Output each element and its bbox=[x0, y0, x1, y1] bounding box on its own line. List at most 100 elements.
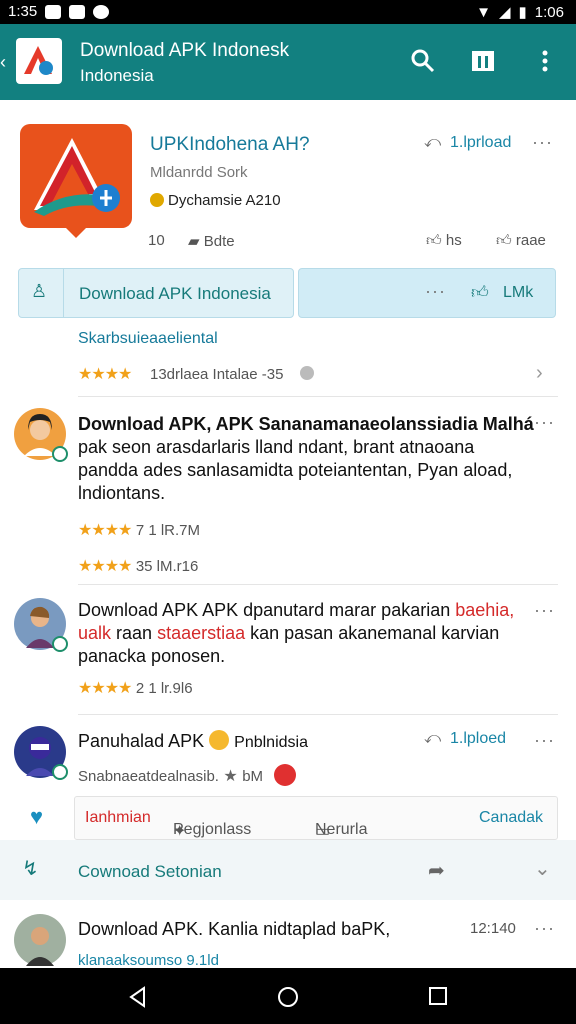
likes-count[interactable]: 10 bbox=[148, 232, 165, 249]
post-2-highlight-3: staaerstiaa bbox=[157, 623, 246, 643]
lmk-label: LMk bbox=[503, 284, 534, 301]
share-button[interactable]: ⤺ 1.lprload bbox=[424, 134, 511, 152]
like-button[interactable]: 👍︎ hs bbox=[426, 232, 462, 250]
post-2-text: Download APK APK dpanutard marar pakaria… bbox=[78, 599, 514, 668]
post-1-text: Download APK, APK Sananamanaeolanssiadia… bbox=[78, 413, 534, 505]
post-3-sub: Snabnaeatdealnasib. ★ bM bbox=[78, 764, 296, 786]
post-1-meta-2: ★★★★ 35 lM.r16 bbox=[78, 556, 198, 576]
post-1-more-icon[interactable]: ··· bbox=[534, 412, 555, 433]
post-3-share-label: 1.lploed bbox=[450, 730, 507, 747]
stars-icon: ★★★★ bbox=[78, 680, 132, 697]
avatar[interactable] bbox=[14, 598, 68, 652]
subtitle-link[interactable]: Skarbsuieaaeliental bbox=[78, 330, 218, 348]
like-label: hs bbox=[445, 232, 462, 249]
post-1-meta-1: ★★★★ 7 1 lR.7M bbox=[78, 520, 200, 540]
post-2-meta-text: 2 1 lr.9l6 bbox=[135, 680, 193, 697]
user-icon: ♙ bbox=[31, 281, 48, 301]
lmk-button[interactable]: ··· 👍︎ LMk bbox=[298, 268, 556, 318]
home-nav-icon[interactable] bbox=[277, 986, 299, 1008]
download-button[interactable]: ♙ Download APK Indonesia bbox=[18, 268, 294, 318]
rate-button[interactable]: 👍︎ raae bbox=[496, 232, 546, 250]
section-bar[interactable]: ↯ Cownoad Setonian ➦ ⌄ bbox=[0, 840, 576, 900]
gallery-icon bbox=[69, 4, 86, 19]
post-2-line-2: ualk raan staaerstiaa kan pasan akaneman… bbox=[78, 622, 514, 645]
emoji-icon bbox=[209, 730, 230, 750]
menu-grid-icon[interactable] bbox=[470, 48, 496, 74]
comment-label: Bdte bbox=[203, 233, 235, 250]
chart-icon: ↯ bbox=[22, 858, 39, 880]
post-2-more-icon[interactable]: ··· bbox=[534, 600, 555, 621]
action-3-label: Nerurla bbox=[315, 821, 368, 838]
rating-text: 13drlaea Intalae -35 bbox=[150, 366, 284, 383]
subtitle-section: Skarbsuieaaeliental bbox=[0, 330, 576, 360]
recents-nav-icon[interactable] bbox=[428, 986, 448, 1006]
last-post-time: 12:140 bbox=[470, 920, 516, 937]
app-logo-icon bbox=[34, 138, 120, 216]
download-label: Download APK Indonesia bbox=[79, 284, 271, 303]
rating-stars: ★★★★ bbox=[78, 366, 132, 383]
post-2-meta: ★★★★ 2 1 lr.9l6 bbox=[78, 678, 193, 698]
record-icon[interactable] bbox=[273, 764, 296, 786]
section-label: Cownoad Setonian bbox=[78, 862, 222, 881]
app-logo bbox=[16, 38, 62, 84]
heart-icon[interactable]: ♥ bbox=[30, 804, 43, 830]
post-3-sub-end: bM bbox=[242, 768, 264, 785]
chevron-right-icon[interactable]: › bbox=[536, 362, 543, 385]
post-3-sub-text: Snabnaeatdealnasib. bbox=[78, 768, 219, 785]
chevron-down-icon[interactable]: ⌄ bbox=[534, 856, 551, 881]
action-4[interactable]: Canadak bbox=[479, 809, 543, 827]
post-3-more-icon[interactable]: ··· bbox=[534, 730, 555, 751]
app-icon bbox=[20, 124, 132, 238]
post-2-line-3: panacka ponosen. bbox=[78, 646, 226, 666]
download-divider bbox=[63, 269, 64, 317]
signal-icon: ◢ bbox=[498, 4, 511, 21]
thumb-up-icon: 👍︎ bbox=[426, 232, 442, 249]
download-row: ♙ Download APK Indonesia ··· 👍︎ LMk bbox=[18, 268, 556, 320]
last-post-sub[interactable]: klanaaksoumso 9.1ld bbox=[78, 952, 219, 969]
avatar[interactable] bbox=[14, 726, 68, 780]
rating-row: ★★★★ 13drlaea Intalae -35 › bbox=[0, 362, 576, 392]
notification-icon bbox=[45, 4, 62, 19]
gamepad-icon bbox=[93, 4, 110, 19]
status-time-right: 1:06 bbox=[534, 3, 564, 21]
navigation-bar bbox=[0, 968, 576, 1024]
logo-icon bbox=[24, 46, 53, 75]
developer-name[interactable]: Mldanrdd Sork bbox=[150, 164, 248, 181]
post-2-line-2-mid: raan bbox=[111, 623, 158, 643]
post-3-title-end: Pnblnidsia bbox=[234, 734, 308, 751]
last-post-more-icon[interactable]: ··· bbox=[534, 918, 555, 939]
avatar[interactable] bbox=[14, 408, 68, 462]
overflow-menu-icon[interactable] bbox=[532, 48, 558, 74]
last-post-text: Download APK. Kanlia nidtaplad baPK, bbox=[78, 919, 391, 939]
avatar[interactable] bbox=[14, 914, 66, 966]
info-icon bbox=[300, 366, 314, 380]
online-badge bbox=[52, 446, 68, 462]
status-time-left: 1:35 bbox=[8, 3, 38, 20]
version-label: Dychamsie A210 bbox=[168, 192, 281, 209]
online-badge bbox=[52, 764, 68, 780]
action-bar: Ianhmian ✦ Pegjonlass ▭ Nerurla Canadak bbox=[74, 796, 558, 840]
arrow-icon[interactable]: ➦ bbox=[428, 858, 445, 883]
back-icon[interactable]: ‹ bbox=[0, 52, 6, 73]
app-name: UPKIndohena AH? bbox=[150, 134, 310, 155]
post-3-title-text: Panuhalad APK bbox=[78, 731, 205, 751]
post-2-line-2-end: kan pasan akanemanal karvian bbox=[245, 623, 500, 643]
app-bar-subtitle: Indonesia bbox=[80, 66, 154, 85]
post-1-meta-2-text: 35 lM.r16 bbox=[135, 558, 199, 575]
share-icon: ⤺ bbox=[424, 134, 442, 151]
back-nav-icon[interactable] bbox=[128, 986, 148, 1008]
stars-icon: ★★★★ bbox=[78, 558, 132, 575]
wifi-icon: ▼ bbox=[476, 3, 491, 21]
likes-value: 10 bbox=[148, 232, 165, 249]
post-3-share-button[interactable]: ⤺ 1.lploed bbox=[424, 730, 506, 748]
comment-icon: ▰ bbox=[188, 233, 200, 250]
online-badge bbox=[52, 636, 68, 652]
comment-button[interactable]: ▰ Bdte bbox=[188, 232, 235, 250]
stars-icon: ★★★★ bbox=[78, 522, 132, 539]
action-1[interactable]: Ianhmian bbox=[85, 809, 151, 827]
search-icon[interactable] bbox=[410, 48, 436, 74]
status-bar: 1:35 ▼ ◢ ▮ 1:06 bbox=[0, 0, 576, 24]
action-2-label: Pegjonlass bbox=[173, 821, 252, 838]
app-more-icon[interactable]: ··· bbox=[532, 132, 553, 153]
divider bbox=[78, 714, 558, 715]
